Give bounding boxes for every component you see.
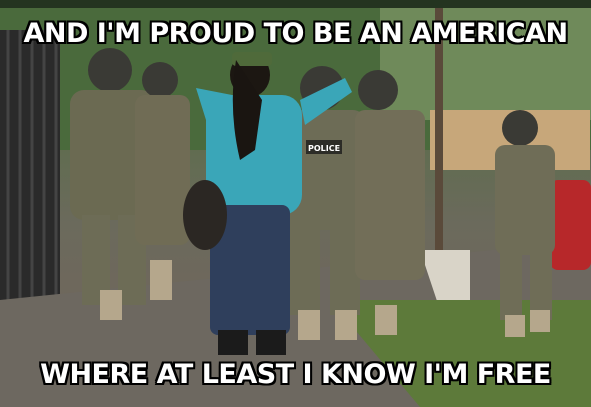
photo-scene: POLICE xyxy=(0,0,591,407)
top-caption: AND I'M PROUD TO BE AN AMERICAN xyxy=(23,18,568,49)
red-car xyxy=(550,180,591,270)
bottom-caption: WHERE AT LEAST I KNOW I'M FREE xyxy=(40,359,551,390)
meme-image: POLICE AND I'M PROUD TO BE AN AMERICAN W… xyxy=(0,0,591,407)
police-badge: POLICE xyxy=(308,144,340,153)
